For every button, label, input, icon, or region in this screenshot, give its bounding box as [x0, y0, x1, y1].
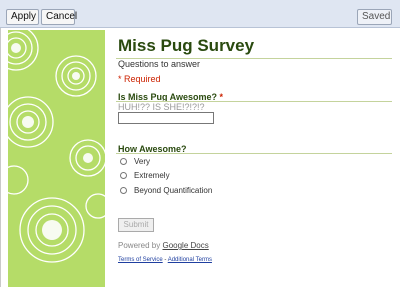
radio-button[interactable]: [120, 187, 127, 194]
option-label: Extremely: [134, 171, 170, 180]
radio-button[interactable]: [120, 172, 127, 179]
radio-button[interactable]: [120, 158, 127, 165]
option-extremely[interactable]: Extremely: [120, 171, 170, 180]
form-title: Miss Pug Survey: [118, 36, 255, 55]
option-label: Very: [134, 157, 151, 166]
footer-links: Terms of Service - Additional Terms: [118, 257, 212, 263]
question-2-divider: [116, 153, 392, 154]
option-beyond-quantification[interactable]: Beyond Quantification: [120, 186, 212, 195]
submit-button[interactable]: Submit: [118, 218, 154, 232]
question-1-input[interactable]: [118, 112, 214, 124]
apply-button[interactable]: Apply: [6, 9, 39, 25]
powered-by-text: Powered by Google Docs: [118, 241, 209, 250]
question-1-help-text: HUH!?? IS SHE!?!?!?: [118, 102, 205, 112]
survey-form: Miss Pug Survey Questions to answer * Re…: [116, 28, 392, 287]
saved-button[interactable]: Saved: [357, 9, 392, 25]
editor-toolbar: Apply Cancel Saved: [0, 0, 400, 28]
option-label: Beyond Quantification: [134, 186, 213, 195]
decorative-pattern-panel: [8, 30, 105, 287]
additional-terms-link[interactable]: Additional Terms: [168, 257, 212, 263]
option-very[interactable]: Very: [120, 157, 150, 166]
flower-pattern-icon: [8, 30, 105, 263]
cancel-button[interactable]: Cancel: [41, 9, 77, 25]
required-note: * Required: [118, 74, 161, 84]
powered-by-prefix: Powered by: [118, 241, 161, 250]
form-subtitle: Questions to answer: [118, 59, 201, 69]
terms-of-service-link[interactable]: Terms of Service: [118, 257, 163, 263]
google-docs-link[interactable]: Google Docs: [162, 241, 208, 250]
